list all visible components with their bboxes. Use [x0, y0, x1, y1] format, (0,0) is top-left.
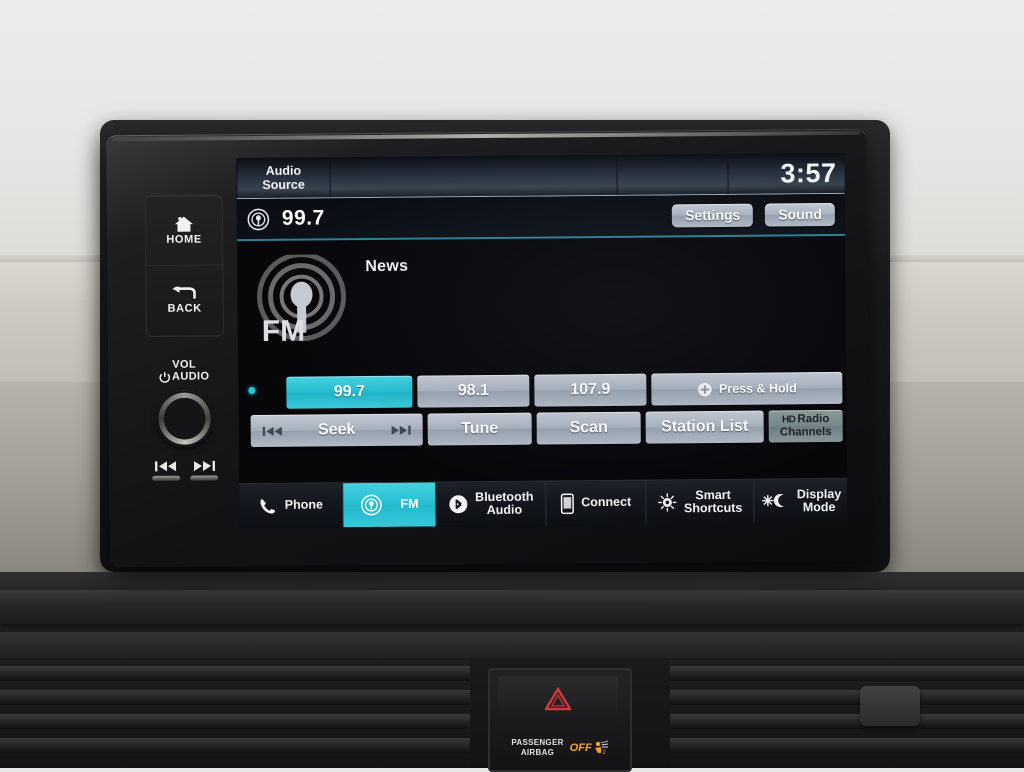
seek-forward-bar-button[interactable] — [190, 475, 218, 480]
svg-text:FM: FM — [262, 315, 306, 348]
airbag-label-line2: AIRBAG — [511, 748, 563, 758]
infotainment-head-unit: HOME BACK VOL — [106, 129, 870, 568]
station-list-button[interactable]: Station List — [646, 411, 764, 444]
hardware-control-column: HOME BACK VOL — [145, 194, 224, 545]
nav-label-smart-line1: Smart — [695, 487, 731, 501]
power-icon — [159, 371, 170, 382]
hd-badge: HD — [782, 413, 796, 426]
dashboard-trim-strip-upper — [0, 590, 1024, 624]
hd-radio-label: Radio — [797, 413, 829, 426]
scan-button[interactable]: Scan — [537, 412, 641, 445]
passenger-airbag-off-icon: 2 — [593, 740, 609, 756]
dashboard-trim-strip-lower — [0, 632, 1024, 658]
add-preset-button[interactable]: Press & Hold — [651, 372, 842, 406]
back-arrow-icon — [172, 286, 196, 301]
fm-album-art-logo: FM — [255, 254, 352, 351]
source-bar-spacer — [337, 215, 660, 218]
home-icon — [174, 215, 194, 232]
nav-label-smart-shortcuts: Smart Shortcuts — [684, 488, 743, 516]
hazard-triangle-icon — [545, 687, 571, 711]
airbag-label-line1: PASSENGER — [511, 738, 563, 748]
preset-row: 99.7 98.1 107.9 Press & Hold — [286, 372, 842, 409]
now-playing-area: FM News 99.7 98.1 107.9 — [237, 236, 847, 423]
audio-source-tab[interactable]: Audio Source — [236, 157, 330, 198]
nav-label-bt-line1: Bluetooth — [475, 489, 533, 504]
nav-label-phone: Phone — [285, 499, 323, 513]
nav-label-display-line2: Mode — [803, 500, 836, 514]
sound-button[interactable]: Sound — [765, 202, 835, 226]
skip-previous-icon[interactable] — [155, 461, 177, 472]
source-bar: 99.7 Settings Sound — [237, 194, 845, 241]
vent-direction-knob[interactable] — [860, 686, 920, 726]
nav-label-smart-line2: Shortcuts — [684, 501, 742, 516]
nav-label-fm: FM — [400, 498, 418, 512]
audio-source-line2: Source — [262, 178, 305, 192]
clock: 3:57 — [728, 153, 844, 194]
settings-button[interactable]: Settings — [672, 203, 753, 227]
volume-audio-knob[interactable] — [156, 390, 212, 446]
back-button[interactable]: BACK — [146, 264, 223, 335]
add-preset-label: Press & Hold — [719, 381, 797, 396]
fm-radio-icon — [247, 207, 270, 230]
hazard-airbag-panel: PASSENGER AIRBAG OFF 2 — [488, 668, 632, 772]
audio-source-line1: Audio — [266, 164, 302, 178]
nav-label-bluetooth-audio: Bluetooth Audio — [475, 490, 534, 518]
hd-radio-channels-button[interactable]: HD Radio Channels — [769, 410, 843, 443]
bluetooth-icon — [448, 494, 468, 514]
nav-label-connect: Connect — [581, 496, 631, 510]
home-button[interactable]: HOME — [146, 195, 223, 265]
hd-channels-label: Channels — [780, 426, 832, 439]
air-vent-left — [0, 660, 470, 768]
smartphone-icon — [560, 493, 574, 514]
preset-button-2[interactable]: 98.1 — [417, 375, 529, 408]
bottom-nav-bar: Phone FM — [239, 478, 847, 528]
phone-icon — [259, 496, 278, 515]
preset-button-3[interactable]: 107.9 — [534, 374, 646, 407]
seek-next-icon[interactable] — [391, 424, 411, 435]
nav-item-phone[interactable]: Phone — [239, 483, 343, 528]
hazard-button[interactable] — [498, 676, 618, 722]
seek-previous-icon[interactable] — [263, 425, 283, 436]
nav-item-connect[interactable]: Connect — [546, 481, 647, 526]
seek-back-bar-button[interactable] — [152, 476, 180, 481]
nav-item-display-mode[interactable]: Display Mode — [754, 479, 848, 524]
status-bar-slot-1 — [330, 155, 617, 198]
passenger-airbag-indicator: PASSENGER AIRBAG OFF 2 — [490, 728, 630, 768]
sun-moon-icon — [760, 492, 790, 510]
svg-text:2: 2 — [602, 750, 606, 756]
home-back-button-group: HOME BACK — [145, 194, 224, 337]
fm-radio-icon — [360, 494, 382, 516]
audio-label-text: AUDIO — [172, 370, 210, 382]
tune-button[interactable]: Tune — [428, 413, 532, 446]
gear-sun-icon — [657, 492, 677, 512]
home-button-label: HOME — [166, 233, 202, 245]
vol-label-text: VOL — [172, 359, 196, 371]
volume-knob-label: VOL AUDIO — [146, 358, 222, 383]
radio-controls-row: Seek Tune Scan Station List HD — [251, 410, 843, 447]
seek-label: Seek — [318, 421, 356, 439]
seek-control[interactable]: Seek — [251, 414, 423, 447]
skip-next-icon[interactable] — [193, 460, 215, 471]
preset-page-indicator[interactable] — [248, 387, 255, 394]
nav-label-display-mode: Display Mode — [797, 487, 842, 514]
nav-item-smart-shortcuts[interactable]: Smart Shortcuts — [646, 480, 754, 525]
nav-label-bt-line2: Audio — [487, 503, 523, 517]
nav-item-bluetooth-audio[interactable]: Bluetooth Audio — [437, 482, 547, 527]
back-button-label: BACK — [167, 302, 201, 314]
plus-circle-icon — [697, 382, 712, 397]
nav-item-fm[interactable]: FM — [343, 482, 437, 527]
status-bar-slot-2 — [617, 154, 728, 195]
air-vent-right — [670, 660, 1024, 768]
current-frequency: 99.7 — [282, 206, 325, 230]
nav-label-display-line1: Display — [797, 486, 842, 500]
station-genre: News — [365, 258, 408, 276]
airbag-off-text: OFF — [570, 742, 592, 754]
status-bar: Audio Source 3:57 — [236, 153, 844, 199]
preset-button-1[interactable]: 99.7 — [286, 376, 412, 409]
touchscreen-display[interactable]: Audio Source 3:57 99.7 Settings Sound — [236, 153, 847, 528]
